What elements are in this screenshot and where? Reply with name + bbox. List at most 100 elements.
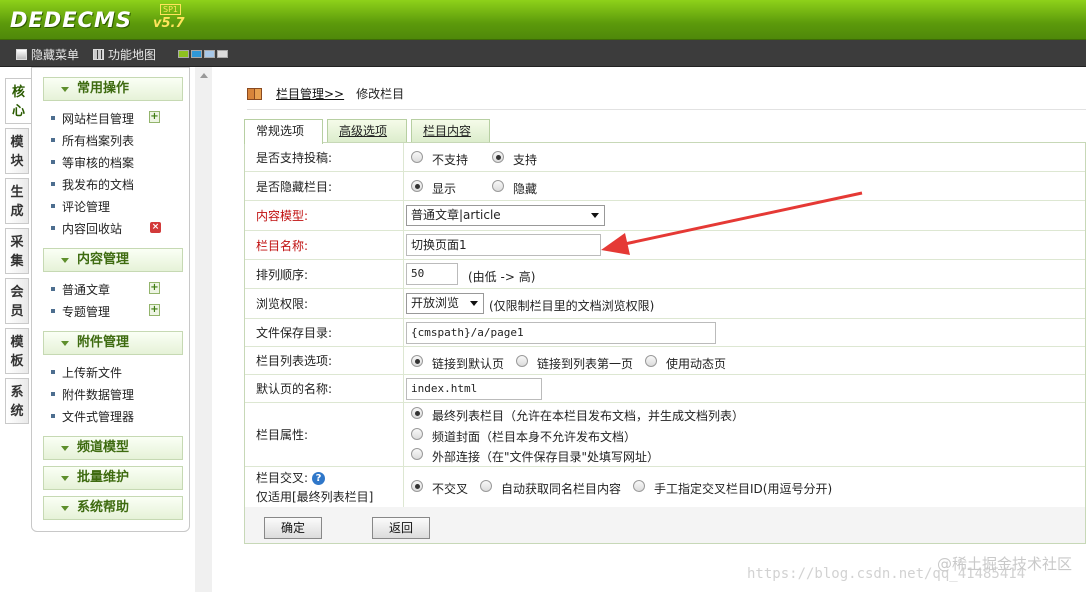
left-menu: 常用操作 网站栏目管理 + 所有档案列表 等审核的档案 我发布的文档 评论管理 … [31,67,190,532]
breadcrumb: 栏目管理>> 修改栏目 [247,85,404,102]
scroll-up-icon[interactable] [200,73,208,78]
menu-item-recycle[interactable]: 内容回收站 [51,220,122,237]
radio-external-link[interactable] [411,448,423,460]
chevron-down-icon [61,476,69,481]
vtab-member[interactable]: 会员 [5,278,29,324]
radio-label: 最终列表栏目（允许在本栏目发布文档，并生成文档列表） [432,409,745,423]
radio-label: 外部连接（在"文件保存目录"处填写网址） [432,450,660,464]
row-list-options: 栏目列表选项: 链接到默认页 链接到列表第一页 使用动态页 [245,347,1085,375]
chevron-down-icon [61,258,69,263]
menu-item-attach-data[interactable]: 附件数据管理 [51,386,134,403]
radio-manual-cross[interactable] [633,480,645,492]
radio-default-page[interactable] [411,355,423,367]
menu-item-my-docs[interactable]: 我发布的文档 [51,176,134,193]
back-button[interactable]: 返回 [372,517,430,539]
tab-general[interactable]: 常规选项 [244,119,323,144]
add-icon[interactable]: + [149,304,160,316]
section-title: 批量维护 [77,470,130,485]
section-channel-model[interactable]: 频道模型 [43,436,183,460]
ok-button[interactable]: 确定 [264,517,322,539]
menu-item-comments[interactable]: 评论管理 [51,198,110,215]
vtab-collect[interactable]: 采集 [5,228,29,274]
vtab-generate[interactable]: 生成 [5,178,29,224]
order-input[interactable]: 50 [406,263,458,285]
field-label: 浏览权限: [245,289,404,318]
section-attachment[interactable]: 附件管理 [43,331,183,355]
skin-green[interactable] [178,50,189,58]
menu-item-all-archives[interactable]: 所有档案列表 [51,132,134,149]
hide-menu-icon [16,49,27,60]
book-icon [247,87,262,100]
top-header: DEDECMS v5.7 SP1 [0,0,1086,40]
radio-list-first[interactable] [516,355,528,367]
section-title: 内容管理 [77,252,130,267]
radio-final-list[interactable] [411,407,423,419]
radio-label: 手工指定交叉栏目ID(用逗号分开) [654,482,833,496]
radio-auto-cross[interactable] [480,480,492,492]
menu-item-topic[interactable]: 专题管理 [51,303,110,320]
radio-allow[interactable] [492,151,504,163]
chevron-down-icon [61,87,69,92]
field-label: 栏目列表选项: [245,347,404,374]
section-help[interactable]: 系统帮助 [43,496,183,520]
skin-blue[interactable] [191,50,202,58]
dedecms-logo: DEDECMS [10,8,132,32]
scrollbar[interactable] [195,67,212,592]
row-name: 栏目名称: 切换页面1 [245,231,1085,260]
vtab-system[interactable]: 系统 [5,378,29,424]
section-content[interactable]: 内容管理 [43,248,183,272]
radio-not-allow[interactable] [411,151,423,163]
breadcrumb-link[interactable]: 栏目管理>> [276,85,344,102]
row-perm: 浏览权限: 开放浏览 (仅限制栏目里的文档浏览权限) [245,289,1085,319]
dir-input[interactable]: {cmspath}/a/page1 [406,322,716,344]
skin-gray[interactable] [217,50,228,58]
add-icon[interactable]: + [149,282,160,294]
menu-item-channel-manage[interactable]: 网站栏目管理 [51,110,134,127]
form-buttons: 确定 返回 [245,507,1085,543]
field-label: 栏目名称: [245,231,404,259]
menu-item-upload[interactable]: 上传新文件 [51,364,122,381]
tab-content[interactable]: 栏目内容 [411,119,490,143]
field-label: 内容模型: [245,201,404,230]
recycle-icon[interactable]: × [150,222,161,233]
perm-select[interactable]: 开放浏览 [406,293,484,314]
radio-label: 链接到列表第一页 [537,357,634,371]
menu-item-file-manager[interactable]: 文件式管理器 [51,408,134,425]
skin-lightblue[interactable] [204,50,215,58]
radio-show[interactable] [411,180,423,192]
vtab-module[interactable]: 模块 [5,128,29,174]
brand-watermark: @稀土掘金技术社区 [936,555,1072,573]
radio-channel-cover[interactable] [411,428,423,440]
sp-badge: SP1 [160,4,181,15]
hide-menu-button[interactable]: 隐藏菜单 [16,46,79,63]
field-label: 是否隐藏栏目: [245,172,404,200]
cross-label: 栏目交叉: [256,471,309,485]
select-value: 开放浏览 [411,296,460,310]
model-select[interactable]: 普通文章|article [406,205,605,226]
section-common[interactable]: 常用操作 [43,77,183,101]
edit-form: 是否支持投稿: 不支持 支持 是否隐藏栏目: 显示 隐藏 内容模型: 普通文章|… [244,142,1086,544]
section-batch[interactable]: 批量维护 [43,466,183,490]
tab-advanced[interactable]: 高级选项 [327,119,407,143]
vtab-core[interactable]: 核心 [5,78,31,124]
row-allow-submit: 是否支持投稿: 不支持 支持 [245,143,1085,172]
menu-item-pending[interactable]: 等审核的档案 [51,154,134,171]
vtab-template[interactable]: 模板 [5,328,29,374]
default-page-input[interactable]: index.html [406,378,542,400]
help-icon[interactable]: ? [312,472,326,485]
row-cross: 栏目交叉:? 仅适用[最终列表栏目] 不交叉 自动获取同名栏目内容 手工指定交叉… [245,467,1085,507]
grid-icon [93,49,104,60]
radio-label: 自动获取同名栏目内容 [501,482,622,496]
row-attribute: 栏目属性: 最终列表栏目（允许在本栏目发布文档，并生成文档列表） 频道封面（栏目… [245,403,1085,467]
menu-item-article[interactable]: 普通文章 [51,281,110,298]
add-icon[interactable]: + [149,111,160,123]
radio-dynamic[interactable] [645,355,657,367]
skin-switcher [178,50,228,58]
channel-name-input[interactable]: 切换页面1 [406,234,601,256]
row-dir: 文件保存目录: {cmspath}/a/page1 [245,319,1085,347]
radio-hide[interactable] [492,180,504,192]
site-map-button[interactable]: 功能地图 [93,46,156,63]
field-label: 默认页的名称: [245,375,404,402]
radio-no-cross[interactable] [411,480,423,492]
field-label: 文件保存目录: [245,319,404,346]
